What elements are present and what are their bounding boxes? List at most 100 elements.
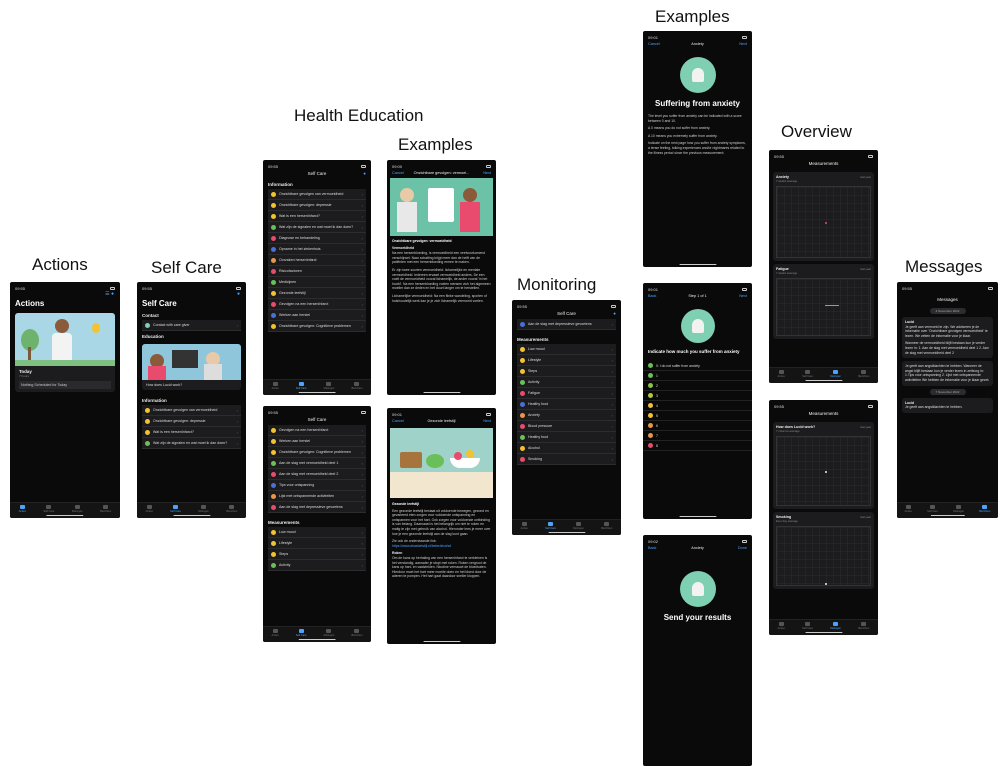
tab-self-care[interactable]: Self Care — [296, 382, 307, 390]
list-item[interactable]: Diagnose en behandeling › — [268, 233, 366, 244]
profile-icon[interactable]: ● — [363, 171, 366, 176]
score-option[interactable]: 2 — [643, 381, 752, 392]
list-item[interactable]: Activity › — [268, 560, 366, 571]
range-select[interactable]: last year — [860, 267, 871, 271]
tab-actions[interactable]: Acties — [521, 522, 528, 530]
list-item[interactable]: Opname in het ziekenhuis › — [268, 244, 366, 255]
education-card[interactable]: How does Lucid work? — [142, 344, 241, 390]
list-item[interactable]: Medicijnen › — [268, 277, 366, 288]
cancel-button[interactable]: Cancel — [392, 419, 404, 423]
list-item[interactable]: Steps › — [268, 549, 366, 560]
list-item[interactable]: Onzichtbare gevolgen: depressie › — [268, 200, 366, 211]
info-item[interactable]: Wat is een hersenïnfarct? › — [142, 427, 241, 438]
list-item[interactable]: Lijst met ontspannende activiteiten › — [268, 491, 366, 502]
list-item[interactable]: Low mood › — [268, 527, 366, 538]
tab-self-care[interactable]: Self Care — [802, 622, 813, 630]
info-item[interactable]: Aan de slag met depressieve gevoelens › — [517, 319, 616, 330]
info-item[interactable]: Wat zijn de signalen en wat moet ik dan … — [142, 438, 241, 449]
range-select[interactable]: last year — [860, 425, 871, 429]
smoking-chart[interactable]: last year Smoking Ever day average — [773, 512, 874, 589]
contact-button[interactable]: Contact with care giver › — [142, 320, 241, 331]
list-item[interactable]: Wat zijn de signalen en wat moet ik dan … — [268, 222, 366, 233]
list-item[interactable]: Werken aan herstel › — [268, 310, 366, 321]
tab-messages[interactable]: Berichten — [858, 622, 869, 630]
today-card[interactable]: Today 7 hours Nothing Scheduled for Toda… — [15, 313, 115, 392]
next-button[interactable]: Next — [739, 294, 747, 298]
done-button[interactable]: Done — [738, 546, 747, 550]
list-item[interactable]: Alcohol › — [517, 443, 616, 454]
list-item[interactable]: Aan de slag met vermoeidheid deel 1 › — [268, 458, 366, 469]
list-item[interactable]: Aan de slag met depressieve gevoelens › — [268, 502, 366, 513]
tab-self-care[interactable]: Self Care — [802, 370, 813, 378]
list-item[interactable]: Wat is een hersenïnfarct? › — [268, 211, 366, 222]
article-link[interactable]: https://www.ahasbetstijl.nl/beter/alcoho… — [387, 544, 496, 549]
tab-measurements[interactable]: Metingen — [830, 370, 841, 378]
tab-messages[interactable]: Berichten — [979, 505, 990, 513]
range-select[interactable]: last year — [860, 175, 871, 179]
tab-actions[interactable]: Acties — [146, 505, 153, 513]
score-option[interactable]: 7 — [643, 431, 752, 442]
tab-actions[interactable]: Acties — [778, 622, 785, 630]
score-option[interactable]: 0: I do not suffer from anxiety — [643, 361, 752, 372]
score-option[interactable]: 8 — [643, 441, 752, 452]
list-item[interactable]: Gezonde leefstijl › — [268, 288, 366, 299]
profile-icon[interactable]: ● — [613, 311, 616, 316]
list-item[interactable]: Gevolgen na een hersenïnfarct › — [268, 299, 366, 310]
range-select[interactable]: last year — [860, 515, 871, 519]
cancel-button[interactable]: Cancel — [392, 171, 404, 175]
tab-measurements[interactable]: Metingen — [953, 505, 964, 513]
tab-actions[interactable]: Acties — [778, 370, 785, 378]
list-item[interactable]: Oorzaken hersenïnfarct › — [268, 255, 366, 266]
tab-actions[interactable]: Acties — [272, 382, 279, 390]
list-item[interactable]: Fatigue › — [517, 388, 616, 399]
tab-self-care[interactable]: Self Care — [43, 505, 54, 513]
back-button[interactable]: Back — [648, 294, 656, 298]
list-item[interactable]: Lifestyle › — [517, 355, 616, 366]
list-item[interactable]: Lifestyle › — [268, 538, 366, 549]
list-item[interactable]: Blood pressure › — [517, 421, 616, 432]
fatigue-chart[interactable]: last year Fatigue 7 weeks average — [773, 264, 874, 339]
tab-measurements[interactable]: Metingen — [72, 505, 83, 513]
tab-self-care[interactable]: Self Care — [296, 629, 307, 637]
score-option[interactable]: 5 — [643, 411, 752, 422]
list-item[interactable]: Tips voor ontspanning › — [268, 480, 366, 491]
back-button[interactable]: Back — [648, 546, 656, 550]
tab-messages[interactable]: Berichten — [351, 382, 362, 390]
tab-measurements[interactable]: Metingen — [324, 382, 334, 390]
tab-messages[interactable]: Berichten — [601, 522, 612, 530]
tab-measurements[interactable]: Metingen — [573, 522, 584, 530]
list-item[interactable]: Risicofactoren › — [268, 266, 366, 277]
info-item[interactable]: Onzichtbare gevolgen: depressie › — [142, 416, 241, 427]
next-button[interactable]: Next — [483, 171, 491, 175]
score-option[interactable]: 3 — [643, 391, 752, 402]
list-item[interactable]: Werken aan herstel › — [268, 436, 366, 447]
next-button[interactable]: Next — [739, 42, 747, 46]
score-option[interactable]: 4 — [643, 401, 752, 412]
tab-messages[interactable]: Berichten — [226, 505, 237, 513]
list-item[interactable]: Healthy food › — [517, 432, 616, 443]
tab-messages[interactable]: Berichten — [351, 629, 362, 637]
list-item[interactable]: Onzichtbare gevolgen van vermoeidheid › — [268, 189, 366, 200]
tab-actions[interactable]: Acties — [19, 505, 26, 513]
tab-messages[interactable]: Berichten — [858, 370, 869, 378]
tab-self-care[interactable]: Self Care — [170, 505, 181, 513]
list-item[interactable]: Aan de slag met vermoeidheid deel 2 › — [268, 469, 366, 480]
score-option[interactable]: 1 — [643, 371, 752, 382]
list-item[interactable]: Onzichtbare gevolgen: Cognitieve problem… — [268, 321, 366, 332]
tab-measurements[interactable]: Metingen — [830, 622, 841, 630]
anxiety-chart[interactable]: last year Anxiety 7 weeks average — [773, 172, 874, 261]
info-item[interactable]: Onzichtbare gevolgen van vermoeidheid › — [142, 405, 241, 416]
list-item[interactable]: Healthy food › — [517, 399, 616, 410]
cancel-button[interactable]: Cancel — [648, 42, 660, 46]
tab-self-care[interactable]: Self Care — [927, 505, 938, 513]
list-item[interactable]: Smoking › — [517, 454, 616, 465]
tab-measurements[interactable]: Metingen — [198, 505, 209, 513]
list-item[interactable]: Onzichtbare gevolgen: Cognitieve problem… — [268, 447, 366, 458]
tab-self-care[interactable]: Self Care — [545, 522, 556, 530]
tab-measurements[interactable]: Metingen — [324, 629, 334, 637]
score-option[interactable]: 6 — [643, 421, 752, 432]
list-item[interactable]: Gevolgen na een hersenïnfarct › — [268, 425, 366, 436]
list-item[interactable]: Activity › — [517, 377, 616, 388]
tab-messages[interactable]: Berichten — [100, 505, 111, 513]
list-item[interactable]: Steps › — [517, 366, 616, 377]
